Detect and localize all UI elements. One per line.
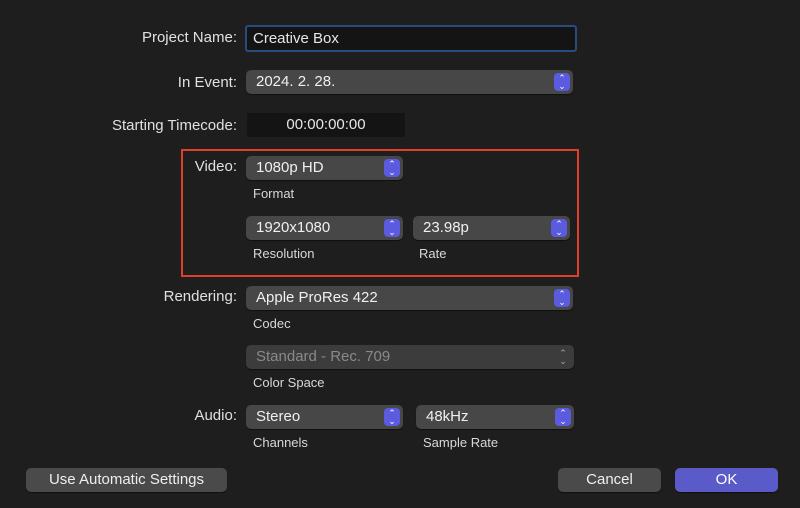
in-event-value: 2024. 2. 28.	[256, 73, 336, 90]
timecode-field[interactable]: 00:00:00:00	[247, 113, 405, 137]
stepper-icon: ⌃ ⌄	[384, 408, 400, 426]
in-event-popup[interactable]: 2024. 2. 28. ⌃ ⌄	[246, 70, 573, 94]
stepper-icon: ⌃ ⌄	[384, 219, 400, 237]
sample-rate-label: Sample Rate	[423, 435, 499, 450]
channels-popup[interactable]: Stereo ⌃ ⌄	[246, 405, 403, 429]
color-space-label: Color Space	[253, 375, 325, 390]
resolution-popup[interactable]: 1920x1080 ⌃ ⌄	[246, 216, 403, 240]
codec-popup[interactable]: Apple ProRes 422 ⌃ ⌄	[246, 286, 573, 310]
stepper-icon: ⌃ ⌄	[555, 408, 571, 426]
format-popup[interactable]: 1080p HD ⌃ ⌄	[246, 156, 403, 180]
stepper-icon: ⌃ ⌄	[559, 348, 567, 366]
color-space-popup: Standard - Rec. 709 ⌃ ⌄	[246, 345, 574, 369]
video-label: Video:	[194, 158, 237, 175]
in-event-label: In Event:	[177, 74, 237, 91]
resolution-label: Resolution	[253, 246, 315, 261]
project-name-label: Project Name:	[141, 29, 237, 46]
stepper-icon: ⌃ ⌄	[384, 159, 400, 177]
format-label: Format	[253, 186, 295, 201]
timecode-label: Starting Timecode:	[111, 117, 237, 134]
color-space-value: Standard - Rec. 709	[256, 348, 391, 365]
project-name-input[interactable]: Creative Box	[245, 25, 577, 52]
channels-label: Channels	[253, 435, 308, 450]
codec-value: Apple ProRes 422	[256, 289, 378, 306]
rendering-label: Rendering:	[163, 288, 237, 305]
rate-value: 23.98p	[423, 219, 469, 236]
stepper-icon: ⌃ ⌄	[554, 73, 570, 91]
sample-rate-popup[interactable]: 48kHz ⌃ ⌄	[416, 405, 574, 429]
cancel-button[interactable]: Cancel	[558, 468, 661, 492]
stepper-icon: ⌃ ⌄	[551, 219, 567, 237]
sample-rate-value: 48kHz	[426, 408, 469, 425]
stepper-icon: ⌃ ⌄	[554, 289, 570, 307]
channels-value: Stereo	[256, 408, 301, 425]
rate-popup[interactable]: 23.98p ⌃ ⌄	[413, 216, 570, 240]
resolution-value: 1920x1080	[256, 219, 331, 236]
audio-label: Audio:	[194, 407, 237, 424]
codec-label: Codec	[253, 316, 291, 331]
format-value: 1080p HD	[256, 159, 324, 176]
ok-button[interactable]: OK	[675, 468, 778, 492]
rate-label: Rate	[419, 246, 447, 261]
use-automatic-settings-button[interactable]: Use Automatic Settings	[26, 468, 227, 492]
